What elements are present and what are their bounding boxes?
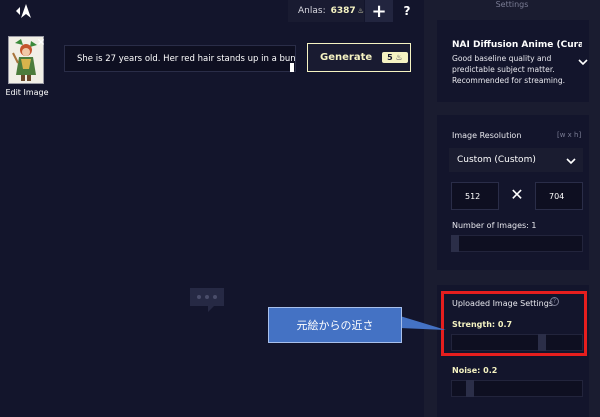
number-of-images-value: 1 xyxy=(531,221,537,230)
width-input[interactable]: 512 xyxy=(451,182,499,210)
slider-handle[interactable] xyxy=(451,235,459,252)
text-caret xyxy=(290,63,294,72)
noise-label: Noise: 0.2 xyxy=(452,366,498,375)
height-input[interactable]: 704 xyxy=(535,182,583,210)
anlas-balance: Anlas: 6387 ♨ xyxy=(288,0,364,22)
callout-arrow xyxy=(400,316,446,330)
number-of-images-label: Number of Images: 1 xyxy=(452,221,537,230)
resolution-hint: [w x h] xyxy=(557,131,582,139)
resolution-label: Image Resolution xyxy=(452,131,522,140)
edit-image-button[interactable]: Edit Image xyxy=(4,88,50,97)
model-description: Good baseline quality and predictable su… xyxy=(452,54,566,85)
annotation-callout: 元絵からの近さ xyxy=(268,307,402,343)
resolution-select[interactable]: Custom (Custom) xyxy=(449,148,583,172)
generate-cost-badge: 5 ♨ xyxy=(382,52,408,63)
settings-title: Settings xyxy=(495,0,529,9)
noise-value: 0.2 xyxy=(483,366,498,375)
chevron-down-icon[interactable] xyxy=(578,58,588,66)
help-button[interactable]: ? xyxy=(398,0,416,22)
prompt-input[interactable]: She is 27 years old. Her red hair stands… xyxy=(64,45,296,72)
anlas-value: 6387 xyxy=(330,6,356,16)
generate-button[interactable]: Generate 5 ♨ xyxy=(307,43,411,72)
chat-bubble-icon xyxy=(190,288,224,312)
generate-label: Generate xyxy=(320,52,373,63)
number-of-images-slider[interactable] xyxy=(451,235,583,252)
model-name: NAI Diffusion Anime (Curate xyxy=(452,40,582,50)
chevron-down-icon[interactable] xyxy=(566,157,576,165)
swap-dimensions-icon[interactable]: ✕ xyxy=(508,185,526,205)
remove-image-button[interactable]: × xyxy=(36,38,46,48)
novelai-logo-icon[interactable] xyxy=(12,2,34,20)
anlas-label: Anlas: xyxy=(298,6,326,16)
add-button[interactable]: + xyxy=(365,0,393,22)
slider-handle[interactable] xyxy=(466,380,474,397)
highlight-box xyxy=(441,291,587,356)
anlas-coin-icon: ♨ xyxy=(357,7,364,15)
